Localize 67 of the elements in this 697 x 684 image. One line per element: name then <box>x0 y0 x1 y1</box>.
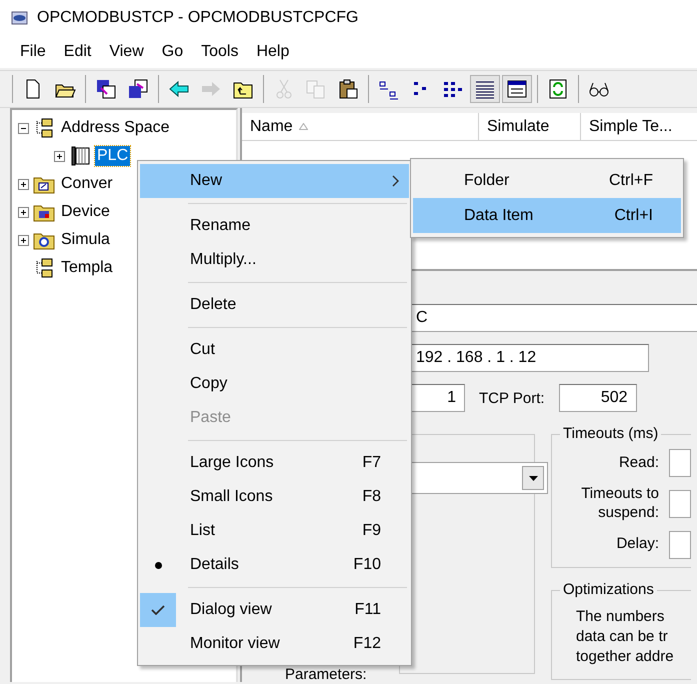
timeout-field[interactable] <box>669 530 691 558</box>
group-title: Optimizations <box>560 580 657 598</box>
save-all-icon <box>127 78 149 100</box>
column-header[interactable]: Name <box>242 113 479 140</box>
expand-icon[interactable] <box>54 150 65 162</box>
tcp-port-label: TCP Port: <box>479 390 545 406</box>
bullet-icon <box>154 562 162 568</box>
clipboard-icon <box>337 78 359 100</box>
ip-address-field[interactable]: 192 . 168 . 1 . 12 <box>411 344 649 372</box>
copy-icon <box>305 78 327 100</box>
text-field[interactable]: C <box>411 304 697 332</box>
collapse-icon[interactable] <box>18 122 29 134</box>
field-label: Timeouts to suspend: <box>580 485 659 522</box>
expand-icon[interactable] <box>18 206 29 218</box>
tree-item[interactable]: Device <box>59 202 112 222</box>
menu-item[interactable]: Details F10 <box>140 548 409 582</box>
toolbar-button[interactable] <box>470 75 500 103</box>
tree-item[interactable]: Conver <box>59 174 115 194</box>
description-text: together addre <box>575 646 675 666</box>
back-arrow-icon <box>168 78 190 100</box>
menu-item[interactable]: Monitor view F12 <box>140 627 409 661</box>
menu-item[interactable]: Delete <box>140 288 409 322</box>
tree-item[interactable]: Simula <box>59 230 112 250</box>
menu-item[interactable]: Tools <box>192 43 248 61</box>
window-title: OPCMODBUSTCP - OPCMODBUSTCPCFG <box>37 9 358 27</box>
menu-item[interactable]: Copy <box>140 367 409 401</box>
toolbar-button[interactable] <box>502 75 532 103</box>
expand-icon[interactable] <box>18 178 29 190</box>
tree-item[interactable]: Templa <box>59 258 115 278</box>
expand-icon[interactable] <box>18 234 29 246</box>
device-icon <box>69 145 91 167</box>
parameters-label: Parameters: <box>285 666 367 683</box>
menu-item[interactable]: File <box>11 43 55 61</box>
dropdown-arrow-icon <box>528 476 538 480</box>
checkmark-icon <box>151 605 165 615</box>
menu-item[interactable]: Data Item Ctrl+I <box>413 198 681 233</box>
menu-item[interactable]: Cut <box>140 333 409 367</box>
menu-item[interactable]: Multiply... <box>140 243 409 277</box>
id-field[interactable]: 1 <box>411 384 465 412</box>
description-text: data can be tr <box>575 626 669 646</box>
field-label: Read: <box>618 454 659 472</box>
sort-arrow-icon <box>298 123 308 130</box>
menu-item[interactable]: Go <box>152 43 192 61</box>
column-header[interactable]: Simple Te... <box>581 113 697 140</box>
timeout-field[interactable] <box>669 490 691 518</box>
timeout-field[interactable] <box>669 449 691 477</box>
save-icon <box>95 78 117 100</box>
menu-item[interactable]: Folder Ctrl+F <box>413 163 681 198</box>
app-icon <box>11 9 29 27</box>
tcp-port-field[interactable]: 502 <box>558 384 637 412</box>
menu-item[interactable]: Rename <box>140 209 409 243</box>
tree-item[interactable]: Address Space <box>59 118 172 138</box>
menu-item[interactable]: Edit <box>54 43 100 61</box>
menu-item[interactable]: Small Icons F8 <box>140 480 409 514</box>
tree-item[interactable]: PLC <box>95 146 130 166</box>
menu-item[interactable]: List F9 <box>140 514 409 548</box>
field-label: Delay: <box>615 535 659 554</box>
description-text: The numbers <box>575 606 666 626</box>
refresh-icon <box>547 78 569 100</box>
menu-item[interactable]: New <box>140 164 409 198</box>
menu-item[interactable]: Help <box>247 43 298 61</box>
menu-item[interactable]: Large Icons F7 <box>140 446 409 480</box>
menu-item[interactable]: Dialog view F11 <box>140 593 409 627</box>
group-title: Timeouts (ms) <box>560 425 662 442</box>
menu-item[interactable]: View <box>100 43 153 61</box>
dialog-view-icon <box>506 78 528 100</box>
column-header[interactable]: Simulate <box>479 113 581 140</box>
